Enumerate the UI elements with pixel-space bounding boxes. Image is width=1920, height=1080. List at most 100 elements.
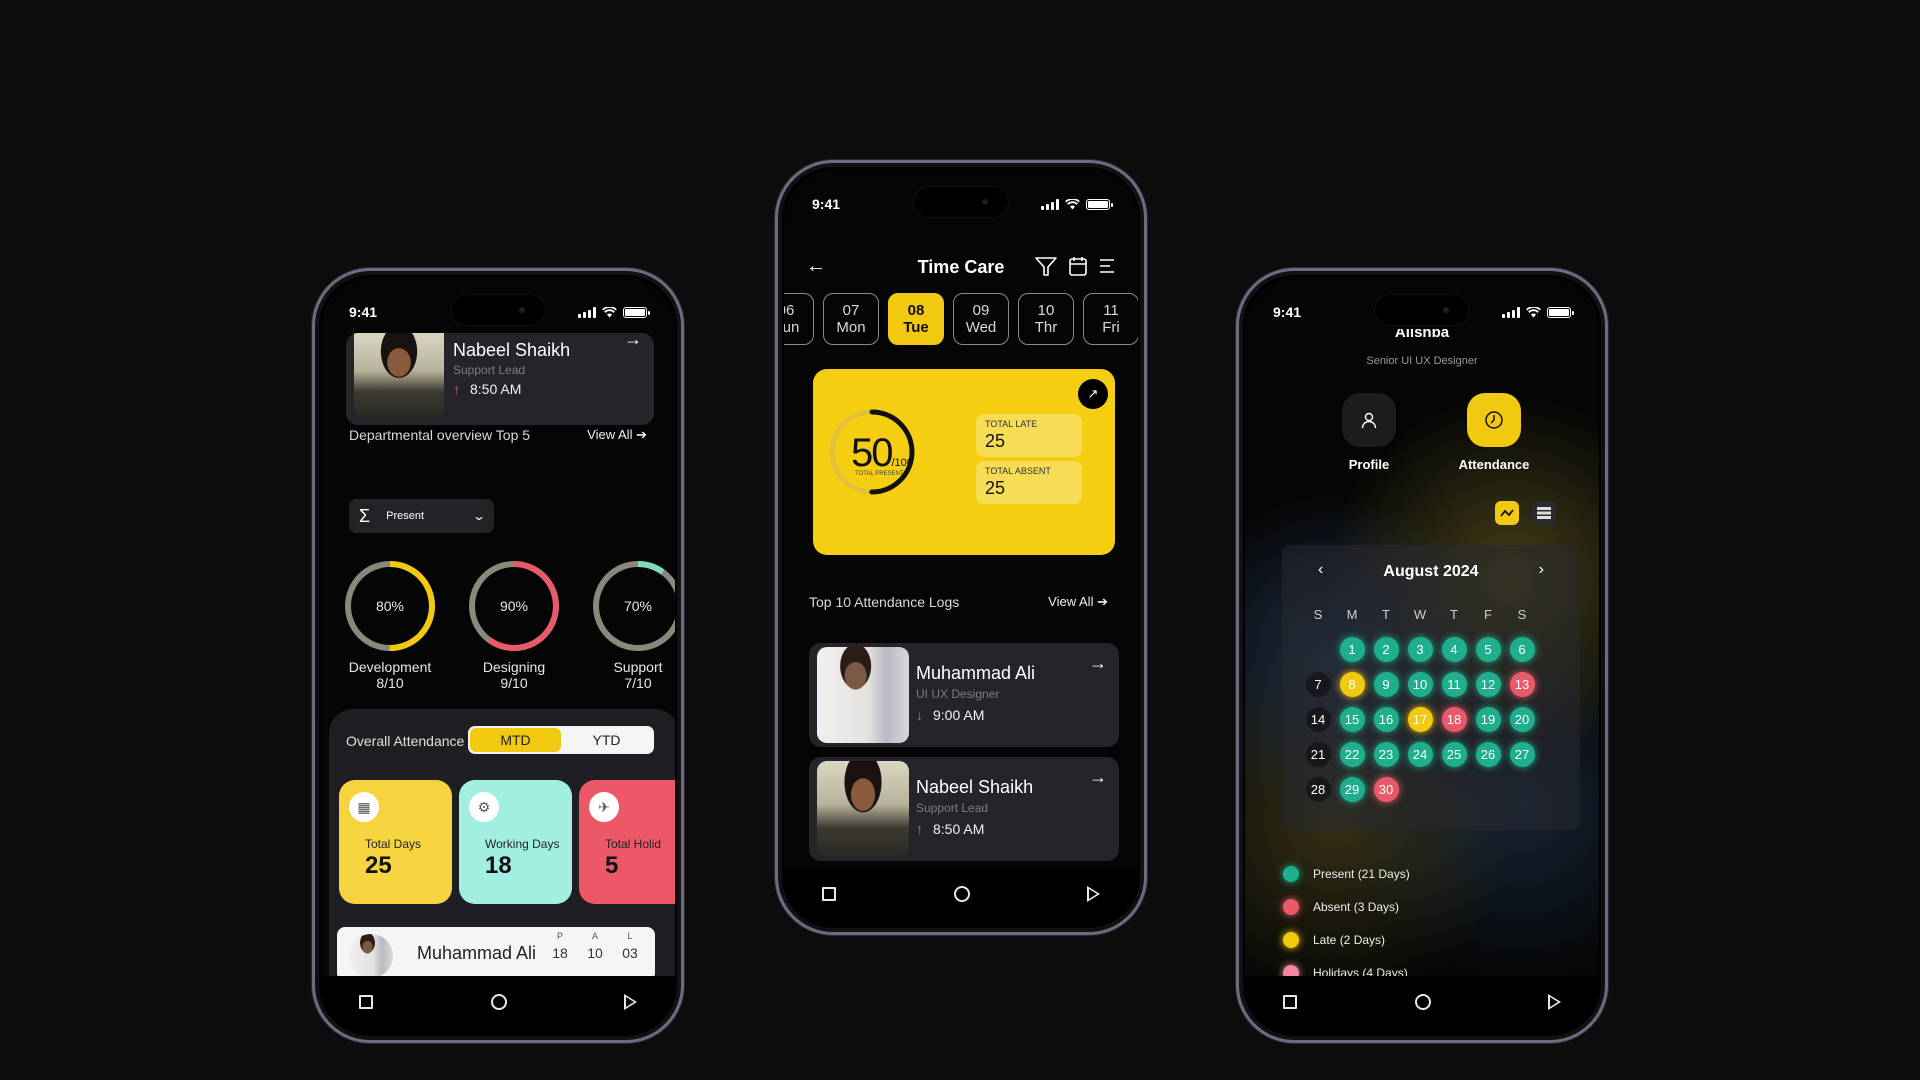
progress-ring: 80% (345, 561, 435, 651)
calendar-day-off[interactable]: 7 (1305, 672, 1331, 697)
calendar-day-present[interactable]: 24 (1407, 742, 1433, 767)
calendar-day-present[interactable]: 1 (1339, 637, 1365, 662)
calendar-day-absent[interactable]: 13 (1509, 672, 1535, 697)
employee-photo (817, 761, 909, 857)
legend-dot-icon (1283, 931, 1299, 948)
dept-ratio: 8/10 (376, 675, 404, 691)
date-chip-10[interactable]: 10 Thr (1018, 293, 1074, 345)
dynamic-island (1375, 295, 1469, 325)
date-chip-07[interactable]: 07 Mon (823, 293, 879, 345)
dept-ring-support[interactable]: 70% Support 7/10 (583, 558, 675, 691)
log-card[interactable]: Nabeel Shaikh Support Lead ↑ 8:50 AM → (809, 757, 1119, 861)
tab-profile[interactable]: Profile (1319, 393, 1419, 472)
clock-icon (1467, 393, 1521, 447)
calendar-day-late[interactable]: 8 (1339, 672, 1365, 697)
home-button[interactable] (490, 994, 507, 1010)
calendar-day-present[interactable]: 6 (1509, 637, 1535, 662)
calendar-day-present[interactable]: 19 (1475, 707, 1501, 732)
home-button[interactable] (1414, 994, 1431, 1010)
absent-header: A (591, 931, 598, 941)
calendar-day-present[interactable]: 29 (1339, 777, 1365, 802)
weekday-label: S (1313, 607, 1323, 622)
employee-card[interactable]: Nabeel Shaikh Support Lead ↑ 8:50 AM → (346, 333, 654, 425)
log-card[interactable]: Muhammad Ali UI UX Designer ↓ 9:00 AM → (809, 643, 1119, 747)
view-all-link[interactable]: View All ➔ (587, 427, 647, 443)
dept-ring-designing[interactable]: 90% Designing 9/10 (459, 558, 569, 691)
calendar-day-off[interactable]: 14 (1305, 707, 1331, 732)
absent-value: 25 (985, 478, 1006, 498)
recents-button[interactable] (822, 887, 836, 901)
arrow-up-right-icon[interactable]: ↗ (1078, 379, 1108, 409)
tab-attendance[interactable]: Attendance (1444, 393, 1544, 472)
date-weekday: Mon (836, 319, 866, 336)
calendar-icon[interactable] (1068, 255, 1088, 277)
legend-label: Late (2 Days) (1313, 932, 1386, 947)
back-button[interactable] (624, 994, 637, 1010)
calendar-day-present[interactable]: 11 (1441, 672, 1467, 697)
employee-photo (817, 647, 909, 743)
calendar-day-absent[interactable]: 30 (1373, 777, 1399, 802)
attendance-summary-card[interactable]: ↗ 50/100 TOTAL PRESENT TOTAL LATE 25 TOT… (813, 369, 1115, 555)
tab-ytd[interactable]: YTD (561, 728, 652, 752)
calendar-day-present[interactable]: 12 (1475, 672, 1501, 697)
list-view-toggle[interactable] (1532, 501, 1556, 525)
filter-icon[interactable] (1034, 255, 1058, 277)
employee-name: Muhammad Ali (417, 943, 537, 963)
stat-card-total-days[interactable]: ▦ Total Days 25 (339, 780, 452, 904)
calendar-day-present[interactable]: 4 (1441, 637, 1467, 662)
calendar-day-off[interactable]: 21 (1305, 742, 1331, 767)
arrow-right-icon[interactable]: → (1089, 653, 1107, 674)
arrow-right-icon[interactable]: → (1089, 767, 1107, 788)
metric-dropdown[interactable]: Σ Present ⌄ (349, 499, 494, 533)
date-chip-06[interactable]: 06Sun (784, 293, 814, 345)
calendar-day-present[interactable]: 27 (1509, 742, 1535, 767)
home-button[interactable] (953, 886, 970, 902)
stat-card-total-holidays[interactable]: ✈ Total Holid 5 (579, 780, 675, 904)
menu-icon[interactable] (1098, 257, 1116, 275)
calendar-day-present[interactable]: 20 (1509, 707, 1535, 732)
date-number: 08 (907, 302, 925, 319)
calendar-day-present[interactable]: 2 (1373, 637, 1399, 662)
recents-button[interactable] (1283, 995, 1297, 1009)
calendar-day-present[interactable]: 10 (1407, 672, 1433, 697)
tab-mtd[interactable]: MTD (470, 728, 561, 752)
attendance-calendar: ‹ August 2024 › S M T W T F S 1 2 3 4 5 6 7 8 9 10 11 12 13… (1282, 545, 1580, 830)
calendar-day-present[interactable]: 22 (1339, 742, 1365, 767)
calendar-day-late[interactable]: 17 (1407, 707, 1433, 732)
dept-name: Development (348, 659, 432, 675)
date-chip-08[interactable]: 08 Tue (888, 293, 944, 345)
arrow-right-icon[interactable]: → (624, 333, 642, 350)
calendar-day-present[interactable]: 25 (1441, 742, 1467, 767)
calendar-day-off[interactable]: 28 (1305, 777, 1331, 802)
calendar-day-present[interactable]: 3 (1407, 637, 1433, 662)
back-button[interactable] (1087, 886, 1100, 902)
status-time: 9:41 (349, 304, 378, 320)
dept-label: Support 7/10 (583, 659, 675, 691)
legend-dot-icon (1283, 865, 1299, 882)
period-toggle[interactable]: MTD YTD (468, 726, 654, 754)
wifi-icon (1526, 306, 1541, 317)
chevron-right-icon[interactable]: › (1539, 561, 1544, 579)
calendar-day-present[interactable]: 16 (1373, 707, 1399, 732)
calendar-day-present[interactable]: 15 (1339, 707, 1365, 732)
calendar-day-present[interactable]: 5 (1475, 637, 1501, 662)
employee-photo (354, 333, 444, 417)
stat-card-working-days[interactable]: ⚙ Working Days 18 (459, 780, 572, 904)
employee-role: Support Lead (916, 801, 989, 815)
recents-button[interactable] (359, 995, 373, 1009)
employee-summary-row[interactable]: Muhammad Ali P 18 A 10 L 03 (337, 927, 655, 981)
calendar-day-present[interactable]: 9 (1373, 672, 1399, 697)
employee-name: Nabeel Shaikh (453, 340, 571, 360)
calendar-day-absent[interactable]: 18 (1441, 707, 1467, 732)
view-all-link[interactable]: View All ➔ (1048, 594, 1108, 610)
calendar-day-present[interactable]: 26 (1475, 742, 1501, 767)
back-button[interactable] (1548, 994, 1561, 1010)
legend-label: Present (21 Days) (1313, 866, 1410, 881)
attendance-title: Overall Attendance (346, 733, 465, 749)
chart-view-toggle[interactable] (1495, 501, 1519, 525)
dept-ring-development[interactable]: 80% Development 8/10 (335, 558, 445, 691)
date-chip-09[interactable]: 09 Wed (953, 293, 1009, 345)
date-chip-11[interactable]: 11 Fri (1083, 293, 1138, 345)
calendar-day-present[interactable]: 23 (1373, 742, 1399, 767)
employee-name: Nabeel Shaikh (916, 777, 1034, 797)
